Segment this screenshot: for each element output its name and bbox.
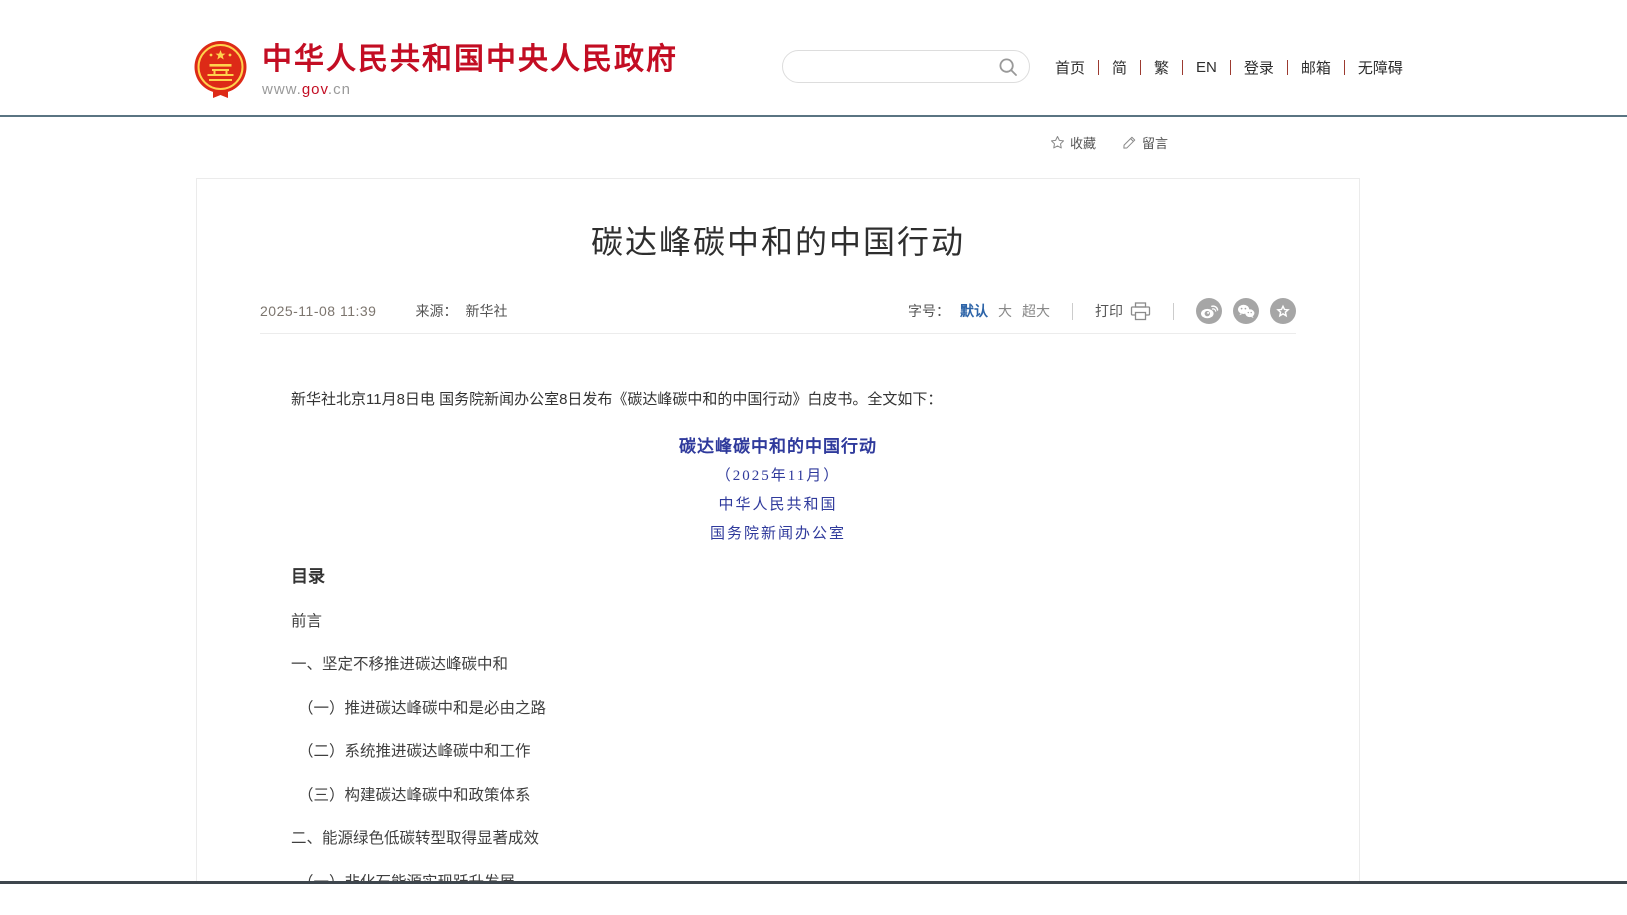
favorite-button[interactable]: 收藏: [1050, 133, 1096, 152]
nav-home[interactable]: 首页: [1042, 57, 1098, 78]
wechat-share-icon[interactable]: [1233, 298, 1259, 324]
font-size-xlarge[interactable]: 超大: [1022, 301, 1050, 321]
search-box: [782, 50, 1030, 83]
toc-item-section1: 一、坚定不移推进碳达峰碳中和: [260, 655, 1296, 675]
document-heading: 碳达峰碳中和的中国行动 （2025年11月） 中华人民共和国 国务院新闻办公室: [260, 436, 1296, 545]
toc-item-foreword: 前言: [260, 612, 1296, 632]
lead-paragraph: 新华社北京11月8日电 国务院新闻办公室8日发布《碳达峰碳中和的中国行动》白皮书…: [260, 390, 1296, 410]
nav-login[interactable]: 登录: [1231, 57, 1287, 78]
site-url-suffix: .cn: [328, 81, 351, 98]
site-title-block: 中华人民共和国中央人民政府 www.gov.cn: [262, 40, 678, 98]
tools-separator: [1072, 303, 1073, 320]
site-header: 中华人民共和国中央人民政府 www.gov.cn 首页 简 繁 EN 登录 邮箱: [0, 0, 1627, 117]
nav-accessibility[interactable]: 无障碍: [1345, 57, 1416, 78]
site-logo[interactable]: 中华人民共和国中央人民政府 www.gov.cn: [192, 40, 678, 100]
font-size-default[interactable]: 默认: [960, 301, 988, 321]
national-emblem-icon: [192, 40, 249, 100]
print-button[interactable]: 打印: [1095, 301, 1151, 321]
pencil-icon: [1122, 135, 1137, 150]
page: 中华人民共和国中央人民政府 www.gov.cn 首页 简 繁 EN 登录 邮箱: [0, 0, 1627, 915]
article-meta-row: 2025-11-08 11:39 来源： 新华社 字号： 默认 大 超大 打印: [260, 298, 1296, 334]
document-date: （2025年11月）: [260, 465, 1296, 487]
search-icon[interactable]: [998, 57, 1018, 77]
toc-item-section1-1: （一）推进碳达峰碳中和是必由之路: [260, 699, 1296, 719]
quick-links: 收藏 留言: [1050, 133, 1168, 152]
share-icons: [1196, 298, 1296, 324]
qzone-star-share-icon[interactable]: [1270, 298, 1296, 324]
nav-simplified[interactable]: 简: [1099, 57, 1140, 78]
font-size-label: 字号：: [908, 301, 950, 321]
site-url[interactable]: www.gov.cn: [262, 81, 678, 98]
publish-date: 2025-11-08 11:39: [260, 303, 376, 319]
star-outline-icon: [1050, 135, 1065, 150]
top-nav: 首页 简 繁 EN 登录 邮箱 无障碍: [1042, 57, 1416, 77]
message-button[interactable]: 留言: [1122, 133, 1168, 152]
toc-heading: 目录: [260, 566, 1296, 588]
document-org-line1: 中华人民共和国: [260, 494, 1296, 516]
toc-item-section2: 二、能源绿色低碳转型取得显著成效: [260, 829, 1296, 849]
print-label: 打印: [1095, 301, 1123, 321]
weibo-share-icon[interactable]: [1196, 298, 1222, 324]
source-name[interactable]: 新华社: [465, 303, 507, 319]
bottom-rule: [0, 881, 1627, 884]
article-title: 碳达峰碳中和的中国行动: [260, 222, 1296, 262]
printer-icon: [1130, 302, 1151, 321]
site-url-gov: gov: [302, 81, 328, 98]
site-url-prefix: www.: [262, 81, 302, 98]
source-label: 来源：: [415, 303, 457, 319]
source: 来源： 新华社: [415, 301, 507, 321]
nav-mail[interactable]: 邮箱: [1288, 57, 1344, 78]
favorite-label: 收藏: [1070, 133, 1096, 152]
nav-english[interactable]: EN: [1183, 59, 1230, 76]
nav-traditional[interactable]: 繁: [1141, 57, 1182, 78]
tools-separator: [1173, 303, 1174, 320]
message-label: 留言: [1142, 133, 1168, 152]
toc-item-section1-2: （二）系统推进碳达峰碳中和工作: [260, 742, 1296, 762]
article-tools: 字号： 默认 大 超大 打印: [908, 298, 1296, 324]
font-size-large[interactable]: 大: [998, 301, 1012, 321]
document-title: 碳达峰碳中和的中国行动: [260, 436, 1296, 458]
site-title[interactable]: 中华人民共和国中央人民政府: [262, 42, 678, 78]
search-input[interactable]: [799, 55, 984, 79]
toc-item-section2-1: （一）非化石能源实现跃升发展: [260, 873, 1296, 882]
document-org-line2: 国务院新闻办公室: [260, 523, 1296, 545]
article-panel: 碳达峰碳中和的中国行动 2025-11-08 11:39 来源： 新华社 字号： …: [196, 178, 1360, 881]
toc-item-section1-3: （三）构建碳达峰碳中和政策体系: [260, 786, 1296, 806]
